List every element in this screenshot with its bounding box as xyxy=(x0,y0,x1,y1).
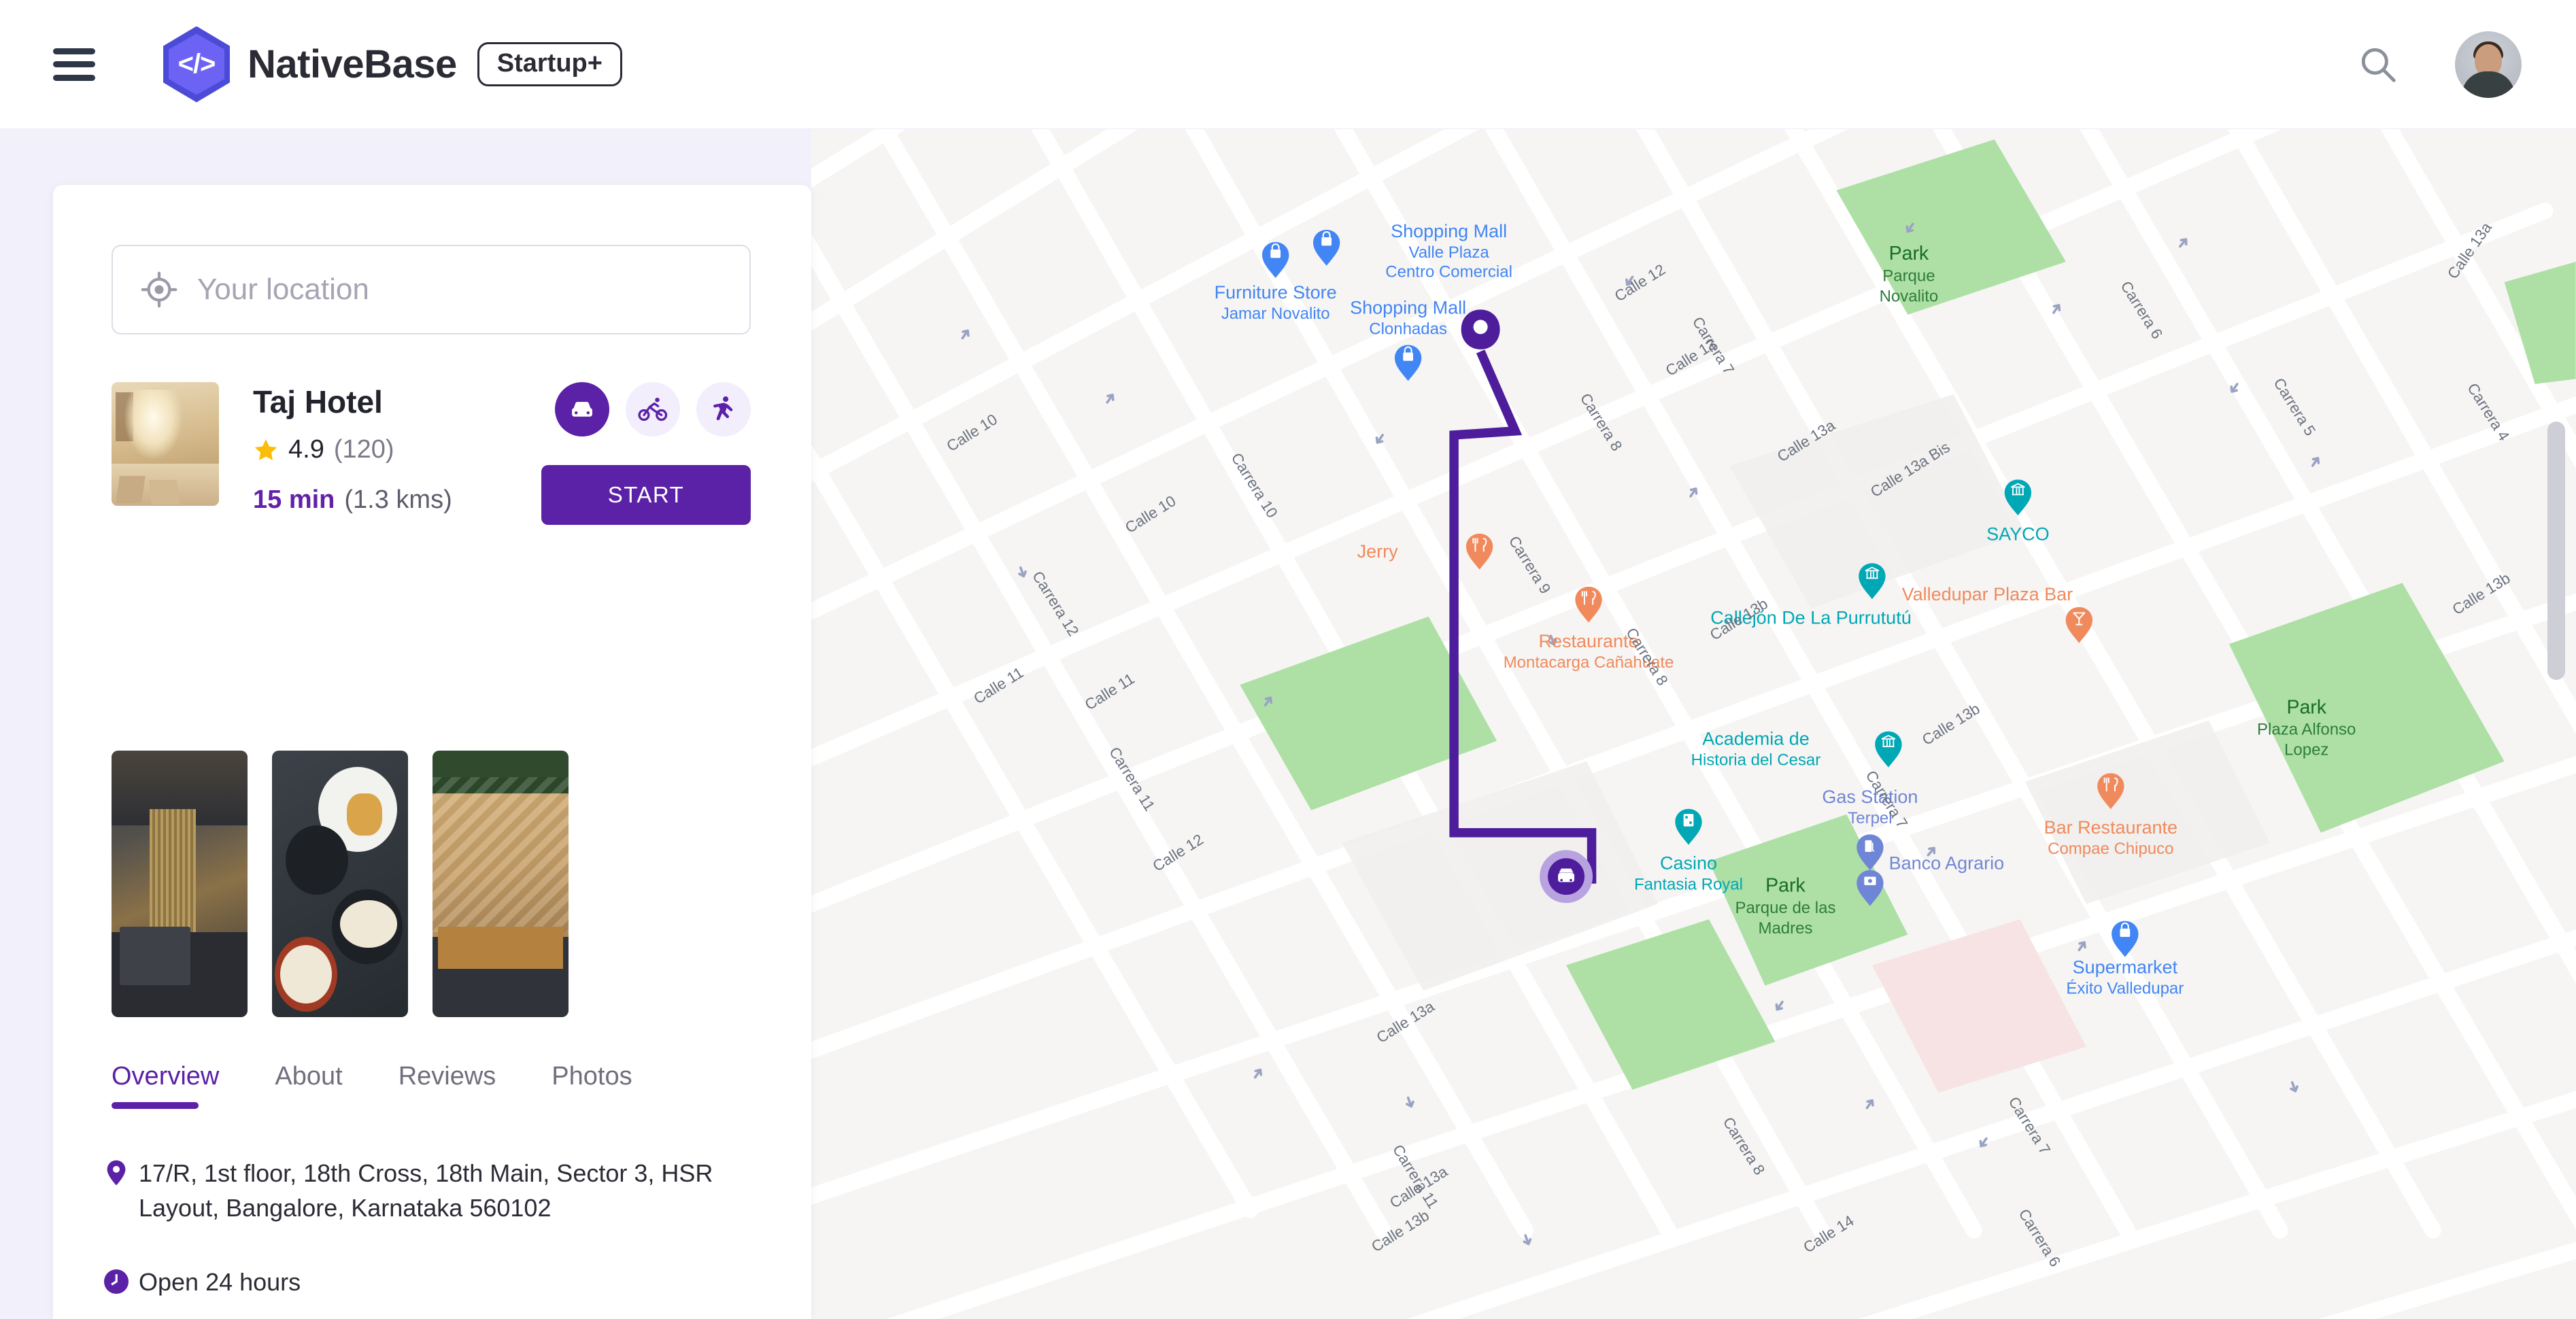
svg-text:Park: Park xyxy=(2286,696,2326,718)
detail-tabs: Overview About Reviews Photos xyxy=(112,1062,658,1109)
map-poi-subtitle: Fantasia Royal xyxy=(1634,876,1743,894)
rating-value: 4.9 xyxy=(288,435,324,464)
brand-title: NativeBase xyxy=(248,42,457,86)
page-scrollbar[interactable] xyxy=(2547,422,2565,680)
map-poi-subtitle: Compae Chipuco xyxy=(2048,840,2173,858)
star-icon xyxy=(254,439,277,460)
location-field[interactable] xyxy=(112,245,751,335)
gallery-photo[interactable] xyxy=(272,751,408,1017)
car-icon xyxy=(572,402,592,417)
svg-text:Plaza Alfonso: Plaza Alfonso xyxy=(2257,721,2356,739)
map-poi-title: Valledupar Plaza Bar xyxy=(1902,584,2073,604)
search-icon[interactable] xyxy=(2357,44,2399,86)
nativebase-logo-icon[interactable]: </> xyxy=(163,26,230,103)
svg-text:Parque de las: Parque de las xyxy=(1735,899,1835,917)
eta-distance: (1.3 kms) xyxy=(344,485,452,514)
location-input[interactable] xyxy=(197,273,714,307)
map-poi-subtitle: Centro Comercial xyxy=(1385,262,1512,281)
place-summary-card: Taj Hotel 4.9 (120) 15 min (1.3 kms) STA… xyxy=(112,382,751,525)
route-origin-pin xyxy=(1461,309,1500,349)
tab-reviews[interactable]: Reviews xyxy=(369,1062,522,1109)
walk-icon xyxy=(713,396,733,421)
travel-mode-bicycle[interactable] xyxy=(626,382,680,436)
map-poi-title: Banco Agrario xyxy=(1889,853,2005,874)
map-poi-title: Shopping Mall xyxy=(1391,221,1507,241)
header-actions xyxy=(2357,31,2522,98)
gallery-photo[interactable] xyxy=(433,751,569,1017)
map-canvas[interactable]: Furniture Store Jamar Novalito Shopping Ma… xyxy=(811,129,2576,1319)
travel-mode-toggle xyxy=(555,382,751,436)
map-poi-title: Academia de xyxy=(1702,729,1810,749)
map-poi-title: SAYCO xyxy=(1986,524,2049,544)
map-poi-subtitle: Jamar Novalito xyxy=(1221,305,1330,323)
hamburger-bar xyxy=(53,74,95,81)
map-poi-title: Bar Restaurante xyxy=(2044,817,2178,838)
map-poi-title: Casino xyxy=(1660,853,1717,874)
avatar[interactable] xyxy=(2455,31,2522,98)
plan-badge[interactable]: Startup+ xyxy=(477,42,622,86)
info-row-address: 17/R, 1st floor, 18th Cross, 18th Main, … xyxy=(107,1156,764,1225)
svg-text:Park: Park xyxy=(1889,243,1929,264)
rating-count: (120) xyxy=(333,435,394,464)
tab-overview[interactable]: Overview xyxy=(112,1062,245,1109)
hamburger-bar xyxy=(53,61,95,67)
svg-text:Novalito: Novalito xyxy=(1880,287,1939,305)
travel-mode-walk[interactable] xyxy=(696,382,751,436)
bicycle-icon xyxy=(638,397,668,421)
start-button[interactable]: START xyxy=(541,465,751,525)
place-detail-panel: Taj Hotel 4.9 (120) 15 min (1.3 kms) xyxy=(53,185,811,1319)
tab-photos[interactable]: Photos xyxy=(522,1062,658,1109)
map-poi-subtitle: Éxito Valledupar xyxy=(2066,980,2184,998)
route-destination-vehicle xyxy=(1540,850,1593,904)
map-poi-title: Furniture Store xyxy=(1215,282,1337,303)
map-poi-subtitle: Clonhadas xyxy=(1369,320,1447,338)
rating-row: 4.9 (120) xyxy=(253,435,394,464)
map-poi-title: Shopping Mall xyxy=(1350,297,1466,318)
map-poi-subtitle: Historia del Cesar xyxy=(1691,751,1821,770)
info-address: 17/R, 1st floor, 18th Cross, 18th Main, … xyxy=(139,1159,713,1222)
map-pin-icon xyxy=(101,1157,139,1192)
place-thumbnail[interactable] xyxy=(112,382,219,506)
info-hours: Open 24 hours xyxy=(139,1268,301,1297)
crosshair-icon xyxy=(141,271,177,308)
map-poi-title: Supermarket xyxy=(2073,957,2178,978)
svg-text:Lopez: Lopez xyxy=(2284,741,2328,759)
photo-gallery xyxy=(112,751,569,1017)
map-poi-subtitle: Valle Plaza xyxy=(1408,243,1489,262)
hamburger-icon[interactable] xyxy=(53,48,95,81)
tab-about[interactable]: About xyxy=(245,1062,368,1109)
place-title: Taj Hotel xyxy=(253,384,383,419)
clock-icon xyxy=(101,1266,139,1301)
gallery-photo[interactable] xyxy=(112,751,248,1017)
eta-time: 15 min xyxy=(253,485,335,514)
logo-code-glyph: </> xyxy=(177,49,216,79)
info-row-hours: Open 24 hours xyxy=(103,1265,764,1301)
svg-text:Park: Park xyxy=(1765,875,1806,897)
place-info-list: 17/R, 1st floor, 18th Cross, 18th Main, … xyxy=(103,1156,764,1319)
avatar-body xyxy=(2462,71,2515,98)
svg-text:Madres: Madres xyxy=(1758,919,1812,938)
map-svg: Furniture Store Jamar Novalito Shopping Ma… xyxy=(811,129,2576,1319)
eta-row: 15 min (1.3 kms) xyxy=(253,485,452,515)
svg-text:Parque: Parque xyxy=(1882,267,1935,285)
map-poi-title: Jerry xyxy=(1357,541,1398,562)
travel-mode-drive[interactable] xyxy=(555,382,609,436)
page-body: Furniture Store Jamar Novalito Shopping Ma… xyxy=(0,129,2576,1319)
app-header: </> NativeBase Startup+ xyxy=(0,0,2576,129)
hamburger-bar xyxy=(53,48,95,54)
